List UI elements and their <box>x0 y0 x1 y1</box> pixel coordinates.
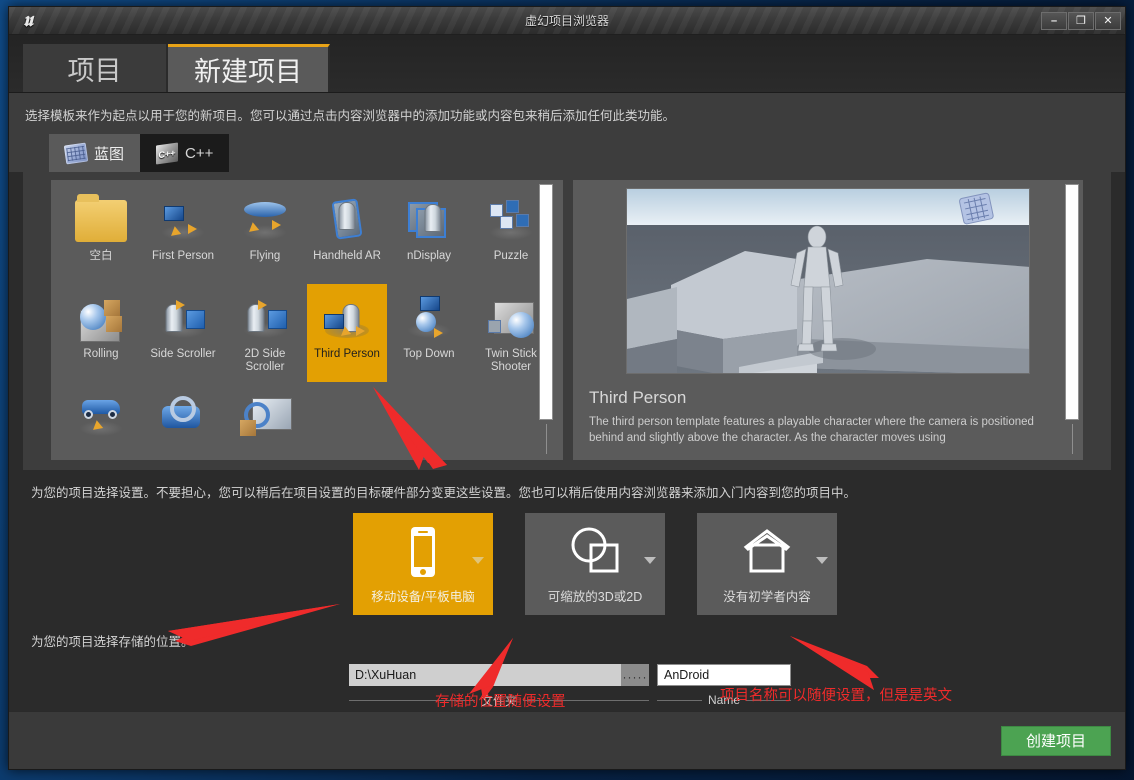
virtual-reality-thumbnail-icon <box>153 388 213 442</box>
blank-thumbnail-icon <box>71 192 131 246</box>
chevron-down-icon[interactable] <box>816 557 828 564</box>
template-label: Third Person <box>314 348 380 360</box>
tab-cpp-label: C++ <box>185 144 214 162</box>
option-starter-content-label: 没有初学者内容 <box>723 590 811 604</box>
vehicle-thumbnail-icon <box>71 388 131 442</box>
window-title: 虚幻项目浏览器 <box>524 14 609 28</box>
preview-scroll-track <box>1072 424 1073 454</box>
folder-caption-label: 文件夹 <box>481 693 518 708</box>
template-virtual-reality[interactable] <box>143 382 223 460</box>
option-target-hardware[interactable]: 移动设备/平板电脑 <box>353 513 493 615</box>
template-label: Side Scroller <box>150 348 216 360</box>
name-field-wrap: Name <box>657 664 792 708</box>
template-region: 空白 First Person Flying Handheld AR nDisp… <box>23 172 1111 470</box>
template-side-scroller[interactable]: Side Scroller <box>143 284 223 382</box>
flying-thumbnail-icon <box>235 192 295 246</box>
chevron-down-icon[interactable] <box>472 557 484 564</box>
preview-title: Third Person <box>589 388 687 407</box>
template-vehicle[interactable] <box>61 382 141 460</box>
close-button[interactable]: ✕ <box>1095 11 1121 30</box>
folder-field-caption: 文件夹 <box>349 692 650 708</box>
template-rolling[interactable]: Rolling <box>61 284 141 382</box>
template-grid-scroll-track <box>546 424 547 454</box>
twin-stick-shooter-thumbnail-icon <box>481 290 541 344</box>
template-vehicle-advanced[interactable] <box>225 382 305 460</box>
tab-blueprint-label: 蓝图 <box>94 145 125 163</box>
template-first-person[interactable]: First Person <box>143 186 223 284</box>
third-person-thumbnail-icon <box>317 290 377 344</box>
template-label: Rolling <box>83 348 119 360</box>
top-down-thumbnail-icon <box>399 290 459 344</box>
maximize-button[interactable]: ❐ <box>1068 11 1094 30</box>
template-grid-scrollbar[interactable] <box>539 184 553 420</box>
template-preview-panel: Third Person The third person template f… <box>573 180 1083 460</box>
first-person-thumbnail-icon <box>153 192 213 246</box>
template-blank[interactable]: 空白 <box>61 186 141 284</box>
preview-description: The third person template features a pla… <box>589 416 1034 444</box>
folder-field-wrap: ····· 文件夹 <box>349 664 650 708</box>
shapes-icon <box>565 525 625 584</box>
cpp-icon: C++ <box>156 141 179 165</box>
house-icon <box>742 525 792 584</box>
template-ndisplay[interactable]: nDisplay <box>389 186 469 284</box>
vehicle-advanced-thumbnail-icon <box>235 388 295 442</box>
main-tab-bar: 项目 新建项目 <box>9 35 1125 93</box>
project-name-input[interactable] <box>657 664 791 686</box>
phone-icon <box>404 525 442 584</box>
template-sub-tabs: 蓝图 C++ C++ <box>9 134 1125 172</box>
preview-scrollbar[interactable] <box>1065 184 1079 420</box>
option-starter-content[interactable]: 没有初学者内容 <box>697 513 837 615</box>
footer-bar: 创建项目 <box>9 711 1125 769</box>
settings-description: 为您的项目选择设置。不要担心，您可以稍后在项目设置的目标硬件部分变更这些设置。您… <box>31 486 857 500</box>
path-row: ····· 文件夹 Name <box>9 664 1125 708</box>
2d-side-scroller-thumbnail-icon <box>235 290 295 344</box>
template-label: First Person <box>152 250 214 262</box>
ndisplay-thumbnail-icon <box>399 192 459 246</box>
create-project-button[interactable]: 创建项目 <box>1001 725 1111 756</box>
template-preview-image <box>626 188 1030 374</box>
title-bar: 𝖚 虚幻项目浏览器 – ❐ ✕ <box>9 7 1125 35</box>
option-graphics-target[interactable]: 可缩放的3D或2D <box>525 513 665 615</box>
tab-new-project[interactable]: 新建项目 <box>168 44 330 92</box>
tab-cpp[interactable]: C++ C++ <box>140 134 230 172</box>
template-label: Top Down <box>403 348 455 360</box>
tab-projects[interactable]: 项目 <box>23 44 168 92</box>
minimize-button[interactable]: – <box>1041 11 1067 30</box>
path-description: 为您的项目选择存储的位置。 <box>31 635 194 649</box>
blueprint-icon <box>63 142 89 164</box>
template-label: Flying <box>249 250 281 262</box>
template-third-person[interactable]: Third Person <box>307 284 387 382</box>
template-flying[interactable]: Flying <box>225 186 305 284</box>
option-target-hardware-label: 移动设备/平板电脑 <box>371 590 475 604</box>
template-top-down[interactable]: Top Down <box>389 284 469 382</box>
template-label: nDisplay <box>406 250 452 262</box>
folder-path-input[interactable] <box>349 664 621 686</box>
puzzle-thumbnail-icon <box>481 192 541 246</box>
option-graphics-target-label: 可缩放的3D或2D <box>547 590 643 604</box>
template-grid: 空白 First Person Flying Handheld AR nDisp… <box>55 186 563 460</box>
browse-folder-button[interactable]: ····· <box>621 664 649 686</box>
tab-blueprint[interactable]: 蓝图 <box>49 134 141 172</box>
template-label: Handheld AR <box>313 250 381 262</box>
name-caption-label: Name <box>708 693 741 707</box>
window-controls: – ❐ ✕ <box>1041 11 1125 30</box>
project-browser-window: 𝖚 虚幻项目浏览器 – ❐ ✕ 项目 新建项目 选择模板来作为起点以用于您的新项… <box>8 6 1126 770</box>
name-field-caption: Name <box>657 692 792 708</box>
chevron-down-icon[interactable] <box>644 557 656 564</box>
template-grid-panel: 空白 First Person Flying Handheld AR nDisp… <box>51 180 563 460</box>
unreal-logo-icon: 𝖚 <box>23 9 33 31</box>
template-description: 选择模板来作为起点以用于您的新项目。您可以通过点击内容浏览器中的添加功能或内容包… <box>9 93 1125 134</box>
side-scroller-thumbnail-icon <box>153 290 213 344</box>
template-label: 2D Side Scroller <box>244 348 286 373</box>
settings-options-row: 移动设备/平板电脑 可缩放的3D或2D 没有初学者内容 <box>9 513 1125 615</box>
template-2d-side-scroller[interactable]: 2D Side Scroller <box>225 284 305 382</box>
handheld-ar-thumbnail-icon <box>317 192 377 246</box>
rolling-thumbnail-icon <box>71 290 131 344</box>
template-label: 空白 <box>89 250 113 262</box>
template-handheld-ar[interactable]: Handheld AR <box>307 186 387 284</box>
